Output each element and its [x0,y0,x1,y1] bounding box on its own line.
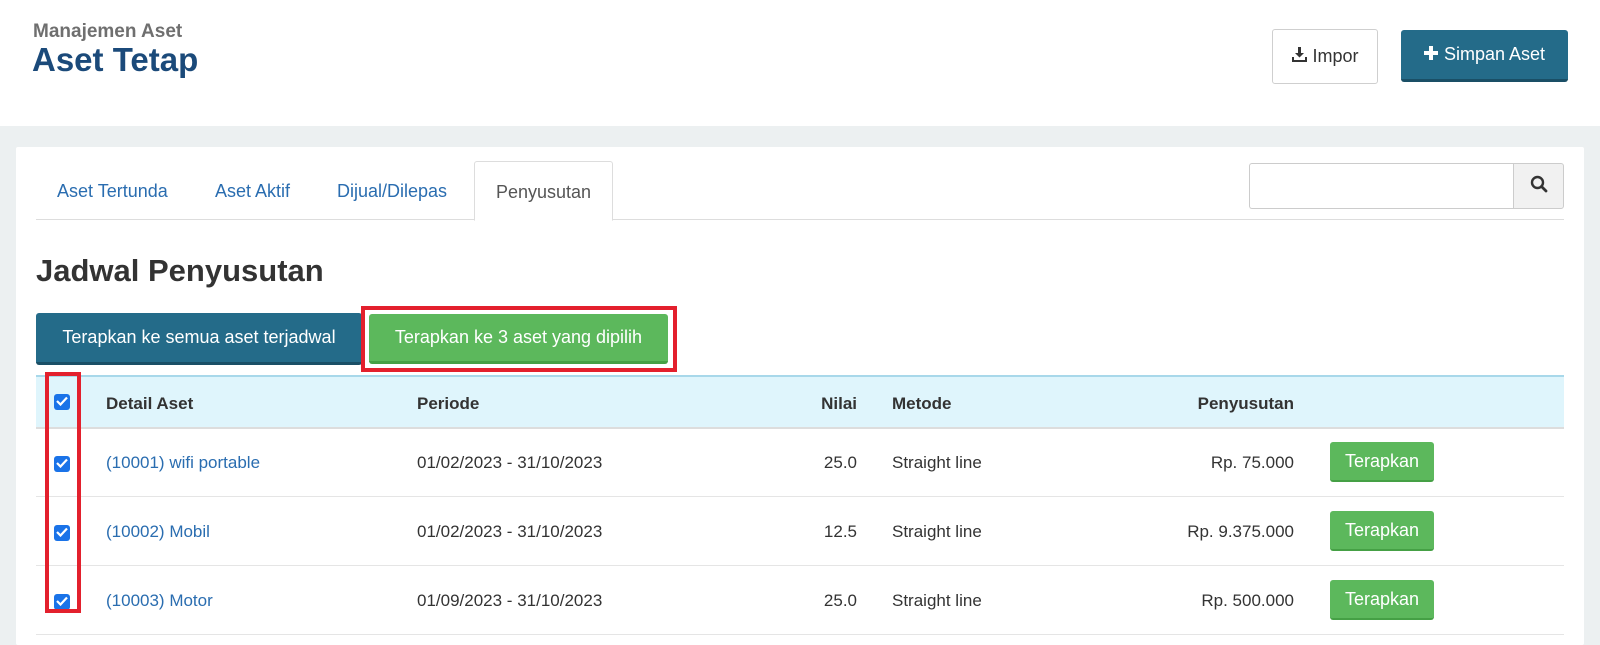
section-title: Jadwal Penyusutan [36,253,324,288]
column-header-detail: Detail Aset [106,394,194,413]
tab-penyusutan[interactable]: Penyusutan [474,161,614,221]
asset-method: Straight line [892,522,982,541]
tab-aset-aktif[interactable]: Aset Aktif [194,161,311,220]
apply-row-button[interactable]: Terapkan [1330,511,1434,551]
asset-period: 01/09/2023 - 31/10/2023 [417,591,603,610]
apply-all-scheduled-button[interactable]: Terapkan ke semua aset terjadwal [36,313,362,365]
asset-period: 01/02/2023 - 31/10/2023 [417,522,603,541]
asset-period: 01/02/2023 - 31/10/2023 [417,453,603,472]
asset-depreciation: Rp. 9.375.000 [1187,522,1294,541]
table-row: (10002) Mobil 01/02/2023 - 31/10/2023 12… [36,498,1564,566]
page-header: Manajemen Aset Aset Tetap Impor Simpan A… [0,0,1600,126]
asset-method: Straight line [892,453,982,472]
apply-selected-button[interactable]: Terapkan ke 3 aset yang dipilih [369,314,668,364]
column-header-penyusutan: Penyusutan [1197,394,1294,413]
page-title: Aset Tetap [32,41,199,78]
row-checkbox[interactable] [54,456,70,472]
search-icon [1530,175,1548,198]
row-checkbox[interactable] [54,594,70,610]
import-button[interactable]: Impor [1272,29,1378,84]
check-icon [56,593,68,611]
asset-detail-link[interactable]: (10002) Mobil [106,498,210,566]
download-tray-icon [1291,46,1308,67]
column-header-nilai: Nilai [821,394,857,413]
check-icon [56,393,68,411]
search-button[interactable] [1513,163,1564,209]
asset-rate: 25.0 [823,591,857,610]
row-checkbox[interactable] [54,525,70,541]
tab-dijual-dilepas[interactable]: Dijual/Dilepas [316,161,468,220]
breadcrumb[interactable]: Manajemen Aset [33,21,182,43]
asset-rate: 25.0 [823,453,857,472]
save-asset-button-label: Simpan Aset [1443,44,1546,64]
column-header-metode: Metode [892,394,952,413]
asset-depreciation: Rp. 75.000 [1210,453,1294,472]
table-row: (10001) wifi portable 01/02/2023 - 31/10… [36,429,1564,497]
asset-detail-link[interactable]: (10001) wifi portable [106,429,260,497]
save-asset-button[interactable]: Simpan Aset [1401,30,1568,82]
column-header-periode: Periode [417,394,480,413]
check-icon [56,455,68,473]
search-input[interactable] [1249,163,1513,209]
tab-aset-tertunda[interactable]: Aset Tertunda [36,161,189,220]
import-button-label: Impor [1312,46,1359,66]
apply-row-button[interactable]: Terapkan [1330,580,1434,620]
check-icon [56,524,68,542]
select-all-checkbox[interactable] [54,394,70,410]
main-panel: Aset Tertunda Aset Aktif Dijual/Dilepas … [16,147,1584,645]
plus-icon [1423,44,1438,65]
asset-method: Straight line [892,591,982,610]
table-header: Detail Aset Periode Nilai Metode Penyusu… [36,375,1564,429]
apply-row-button[interactable]: Terapkan [1330,442,1434,482]
asset-rate: 12.5 [823,522,857,541]
asset-depreciation: Rp. 500.000 [1201,591,1294,610]
table-row: (10003) Motor 01/09/2023 - 31/10/2023 25… [36,567,1564,635]
asset-detail-link[interactable]: (10003) Motor [106,567,213,635]
